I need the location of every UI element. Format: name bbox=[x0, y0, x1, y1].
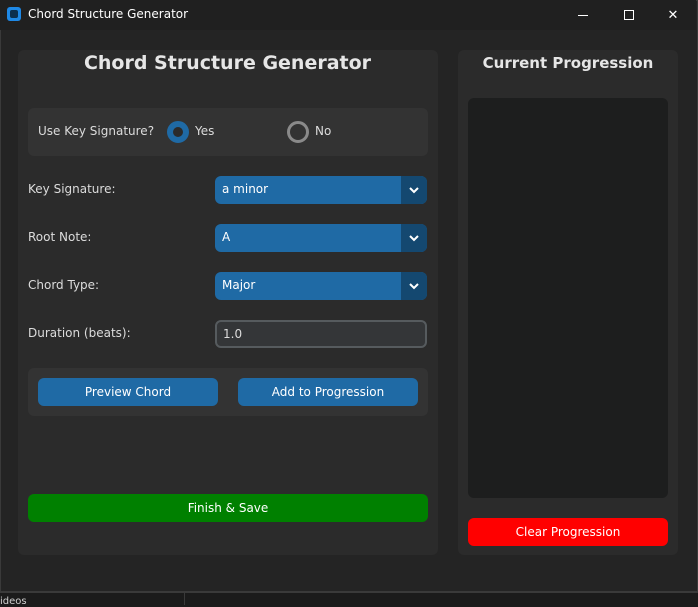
chord-type-dropdown[interactable]: Major bbox=[215, 272, 427, 300]
root-note-dropdown[interactable]: A bbox=[215, 224, 427, 252]
minimize-icon bbox=[578, 14, 588, 16]
duration-input[interactable] bbox=[215, 320, 427, 348]
maximize-icon bbox=[624, 10, 634, 20]
close-button[interactable]: ✕ bbox=[650, 0, 696, 30]
chord-type-label: Chord Type: bbox=[28, 278, 100, 292]
window-title: Chord Structure Generator bbox=[28, 7, 189, 21]
key-signature-dropdown[interactable]: a minor bbox=[215, 176, 427, 204]
chord-type-value: Major bbox=[222, 278, 256, 292]
close-icon: ✕ bbox=[667, 7, 679, 23]
chevron-down-icon[interactable] bbox=[401, 224, 427, 252]
add-to-progression-button[interactable]: Add to Progression bbox=[238, 378, 418, 406]
maximize-button[interactable] bbox=[606, 0, 652, 30]
progression-list[interactable] bbox=[468, 98, 668, 498]
clear-progression-button[interactable]: Clear Progression bbox=[468, 518, 668, 546]
radio-no[interactable] bbox=[287, 121, 309, 143]
key-signature-value: a minor bbox=[222, 182, 269, 196]
minimize-button[interactable] bbox=[560, 0, 606, 30]
radio-no-label[interactable]: No bbox=[315, 124, 331, 138]
progression-title: Current Progression bbox=[482, 54, 654, 72]
radio-yes[interactable] bbox=[167, 121, 189, 143]
root-note-value: A bbox=[222, 230, 231, 244]
radio-yes-label[interactable]: Yes bbox=[195, 124, 214, 138]
chevron-down-icon[interactable] bbox=[401, 176, 427, 204]
taskbar-item-label[interactable]: ideos bbox=[0, 596, 27, 607]
preview-chord-button[interactable]: Preview Chord bbox=[38, 378, 218, 406]
taskbar-divider bbox=[184, 592, 185, 605]
use-key-signature-label: Use Key Signature? bbox=[38, 124, 155, 138]
page-title: Chord Structure Generator bbox=[83, 52, 372, 74]
chevron-down-icon[interactable] bbox=[401, 272, 427, 300]
duration-label: Duration (beats): bbox=[28, 326, 131, 340]
taskbar bbox=[0, 592, 698, 605]
finish-save-button[interactable]: Finish & Save bbox=[28, 494, 428, 522]
app-icon bbox=[7, 7, 21, 21]
root-note-label: Root Note: bbox=[28, 230, 92, 244]
key-signature-label: Key Signature: bbox=[28, 182, 116, 196]
